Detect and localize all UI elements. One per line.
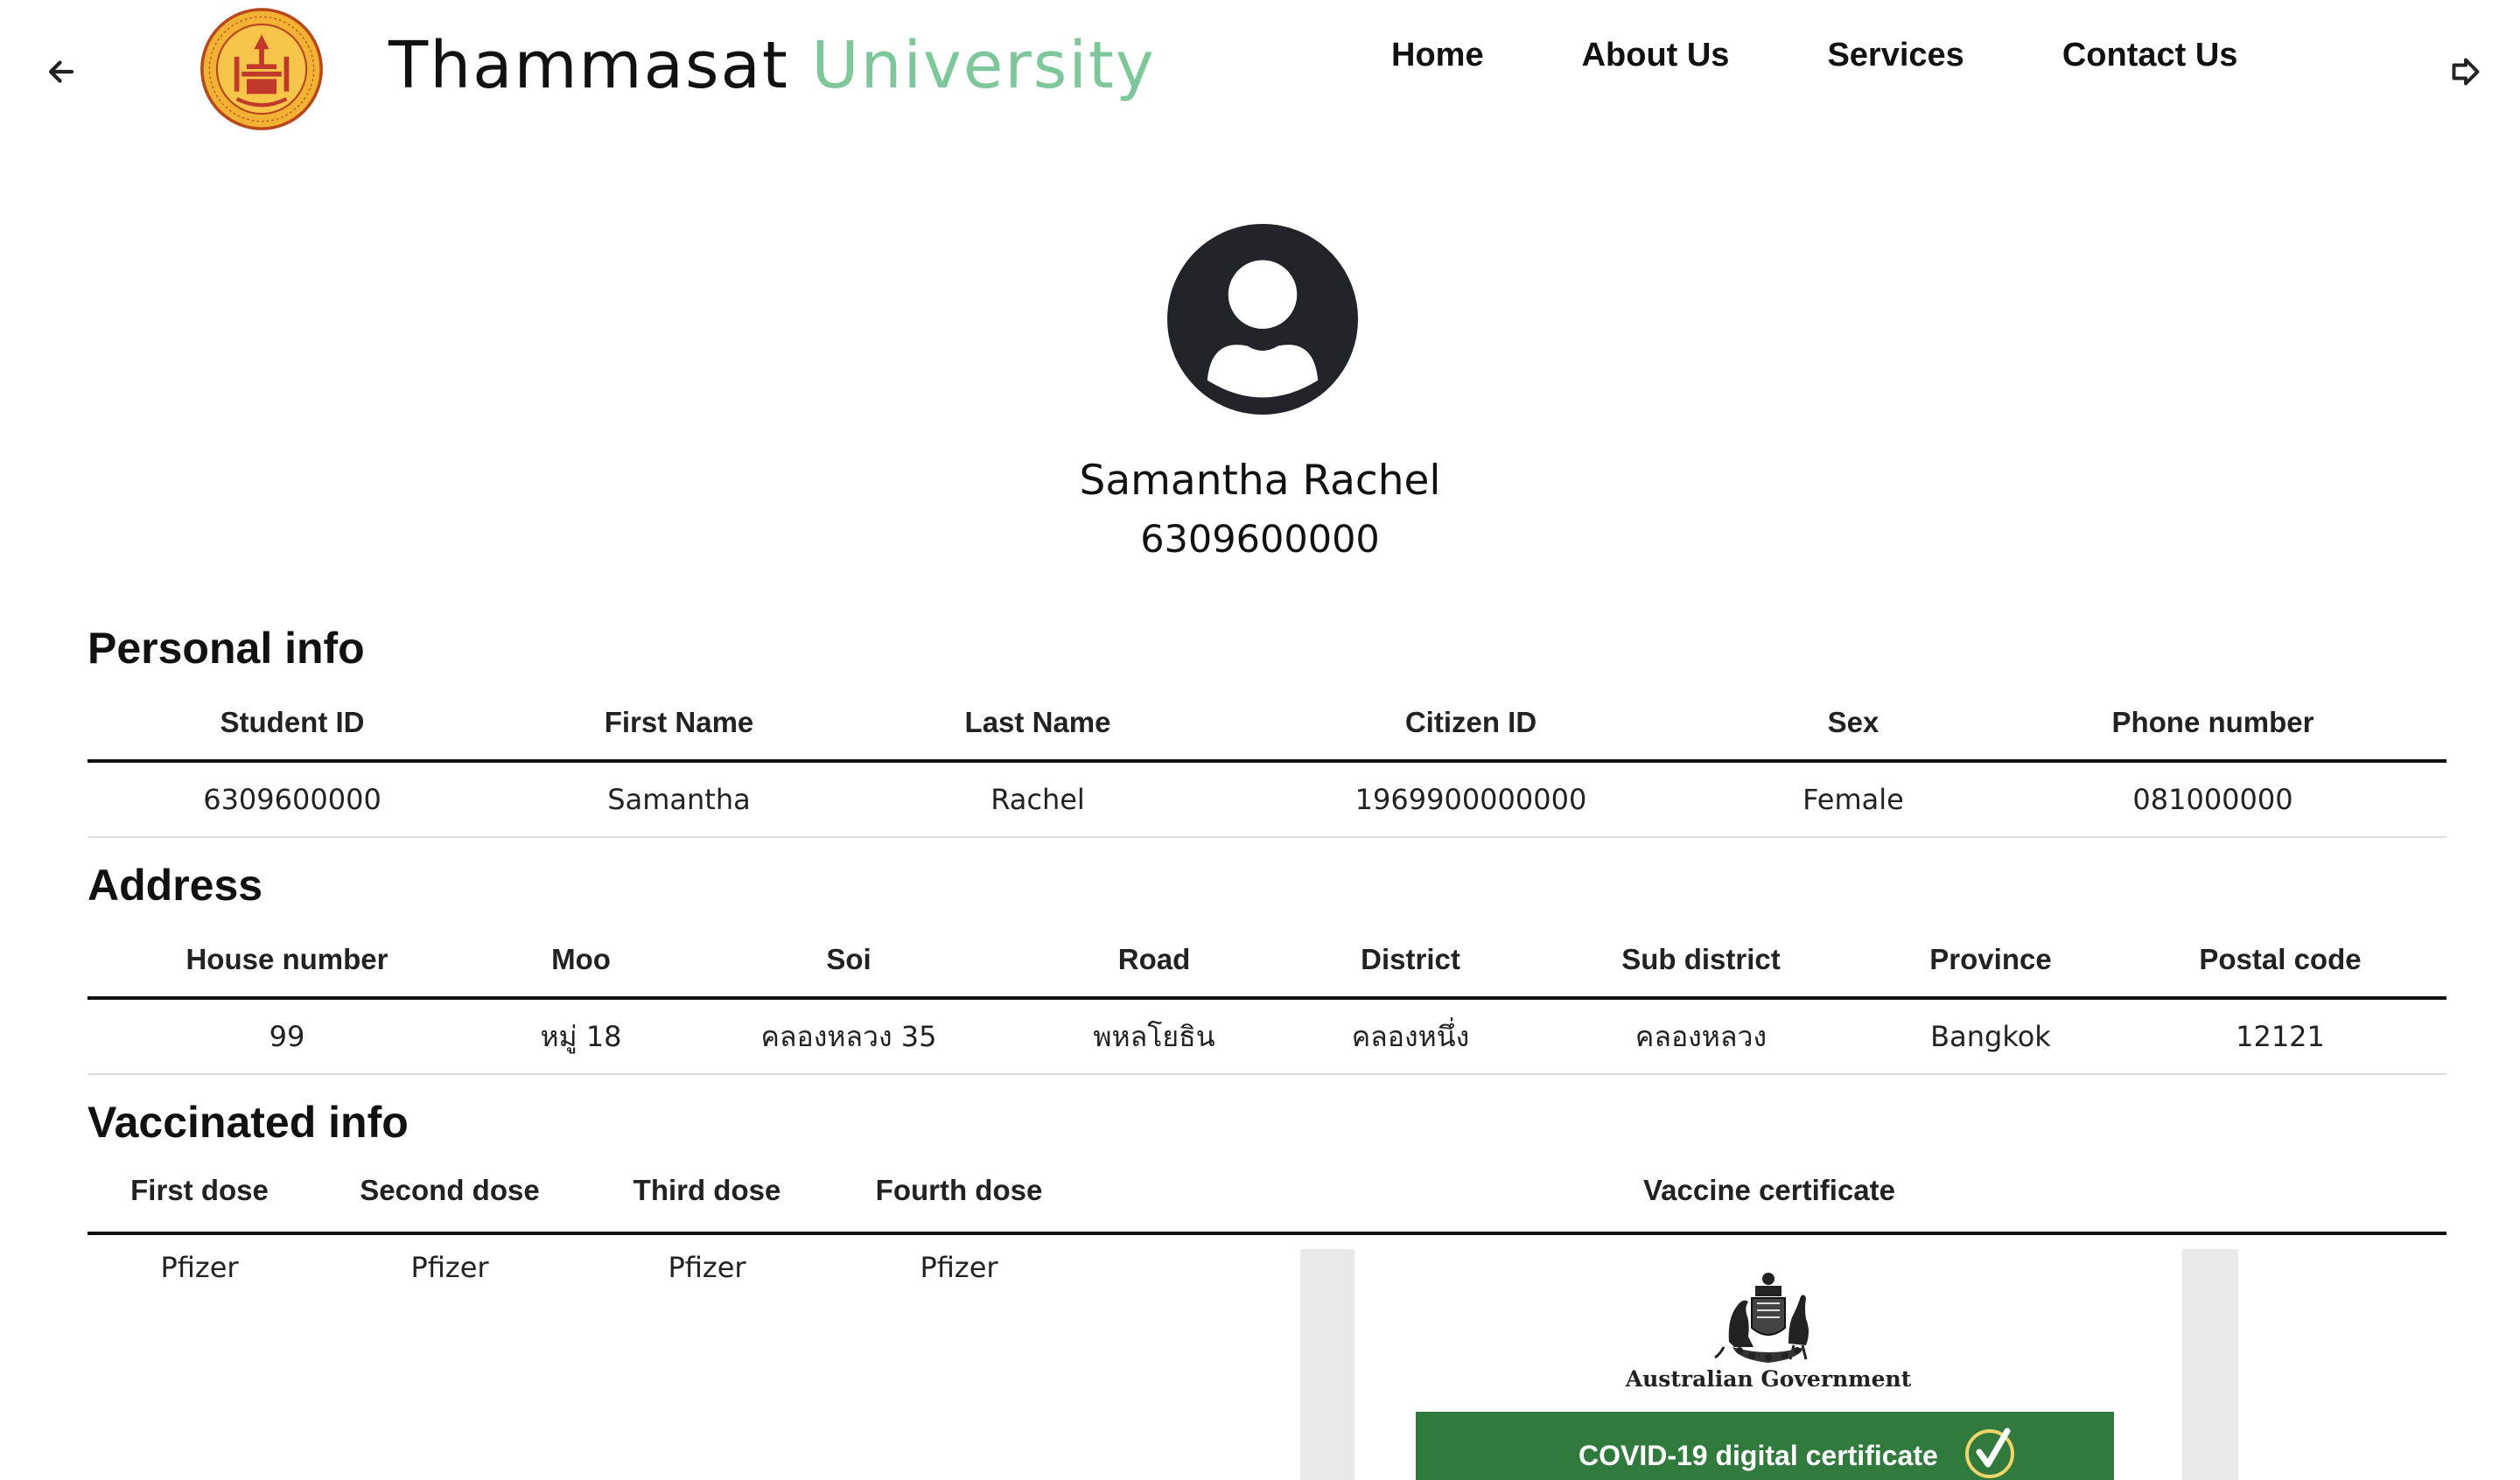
table-header-divider: [88, 1232, 2446, 1235]
cell-first-name: Samantha: [497, 761, 861, 838]
cell-last-name: Rachel: [861, 761, 1214, 838]
personal-info-table: Student ID First Name Last Name Citizen …: [88, 686, 2446, 838]
col-student-id: Student ID: [88, 686, 497, 763]
col-road: Road: [1022, 923, 1286, 1000]
certificate-page: Australian Government COVID-19 digital c…: [1354, 1249, 2182, 1480]
table-header-row: House number Moo Soi Road District Sub d…: [88, 923, 2446, 1000]
profile-student-id: 6309600000: [1140, 518, 1380, 562]
cell-soi: คลองหลวง 35: [676, 998, 1022, 1075]
col-house-number: House number: [88, 923, 486, 1000]
address-table: House number Moo Soi Road District Sub d…: [88, 923, 2446, 1075]
cell-province: Bangkok: [1867, 998, 2114, 1075]
nav-about-us[interactable]: About Us: [1582, 37, 1730, 74]
col-third-dose: Third dose: [633, 1174, 781, 1206]
cell-postal-code: 12121: [2114, 998, 2446, 1075]
cell-district: คลองหนึ่ง: [1286, 998, 1535, 1075]
brand-title: Thammasat University: [388, 26, 1156, 105]
brand-accent: University: [811, 28, 1156, 103]
col-moo: Moo: [486, 923, 676, 1000]
col-first-name: First Name: [497, 686, 861, 763]
user-avatar-icon: [1167, 224, 1358, 415]
brand-main: Thammasat: [388, 28, 789, 103]
col-sub-district: Sub district: [1535, 923, 1867, 1000]
section-title-vaccinated: Vaccinated info: [88, 1098, 409, 1147]
cell-house-number: 99: [88, 998, 486, 1075]
col-soi: Soi: [676, 923, 1022, 1000]
col-citizen-id: Citizen ID: [1214, 686, 1727, 763]
cell-citizen-id: 1969900000000: [1214, 761, 1727, 838]
col-fourth-dose: Fourth dose: [875, 1174, 1043, 1206]
nav-contact-us[interactable]: Contact Us: [2062, 37, 2238, 74]
cell-third-dose: Pfizer: [668, 1251, 746, 1284]
col-vaccine-certificate: Vaccine certificate: [1642, 1174, 1895, 1206]
col-phone: Phone number: [1979, 686, 2446, 763]
cell-fourth-dose: Pfizer: [920, 1251, 998, 1284]
col-district: District: [1286, 923, 1535, 1000]
cell-sub-district: คลองหลวง: [1535, 998, 1867, 1075]
cell-student-id: 6309600000: [88, 761, 497, 838]
coat-of-arms-icon: [1714, 1273, 1809, 1363]
back-arrow-icon[interactable]: [46, 56, 77, 87]
col-province: Province: [1867, 923, 2114, 1000]
table-row: 99 หมู่ 18 คลองหลวง 35 พหลโยธิน คลองหนึ่…: [88, 998, 2446, 1075]
australian-government-text: Australian Government: [1625, 1366, 1912, 1392]
col-postal-code: Postal code: [2114, 923, 2446, 1000]
nav-home[interactable]: Home: [1391, 37, 1484, 74]
nav-services[interactable]: Services: [1827, 37, 1964, 74]
section-title-personal: Personal info: [88, 624, 365, 673]
col-first-dose: First dose: [130, 1174, 269, 1206]
cell-first-dose: Pfizer: [160, 1251, 239, 1284]
cell-road: พหลโยธิน: [1022, 998, 1286, 1075]
university-logo: [200, 8, 323, 130]
cell-moo: หมู่ 18: [486, 998, 676, 1075]
section-title-address: Address: [88, 861, 263, 910]
col-second-dose: Second dose: [360, 1174, 540, 1206]
cell-phone: 081000000: [1979, 761, 2446, 838]
profile-name: Samantha Rachel: [1079, 457, 1441, 505]
cell-second-dose: Pfizer: [410, 1251, 489, 1284]
certificate-banner-text: COVID-19 digital certificate: [1578, 1440, 1938, 1471]
logout-icon[interactable]: [2450, 56, 2482, 87]
vaccine-certificate-image[interactable]: Australian Government COVID-19 digital c…: [1300, 1249, 2238, 1480]
table-row: 6309600000 Samantha Rachel 1969900000000…: [88, 761, 2446, 838]
main-nav: Home About Us Services Contact Us: [1391, 37, 2237, 74]
col-sex: Sex: [1727, 686, 1979, 763]
check-circle-icon: [1965, 1428, 2014, 1478]
table-header-row: Student ID First Name Last Name Citizen …: [88, 686, 2446, 763]
cell-sex: Female: [1727, 761, 1979, 838]
col-last-name: Last Name: [861, 686, 1214, 763]
certificate-banner: COVID-19 digital certificate: [1416, 1412, 2114, 1480]
